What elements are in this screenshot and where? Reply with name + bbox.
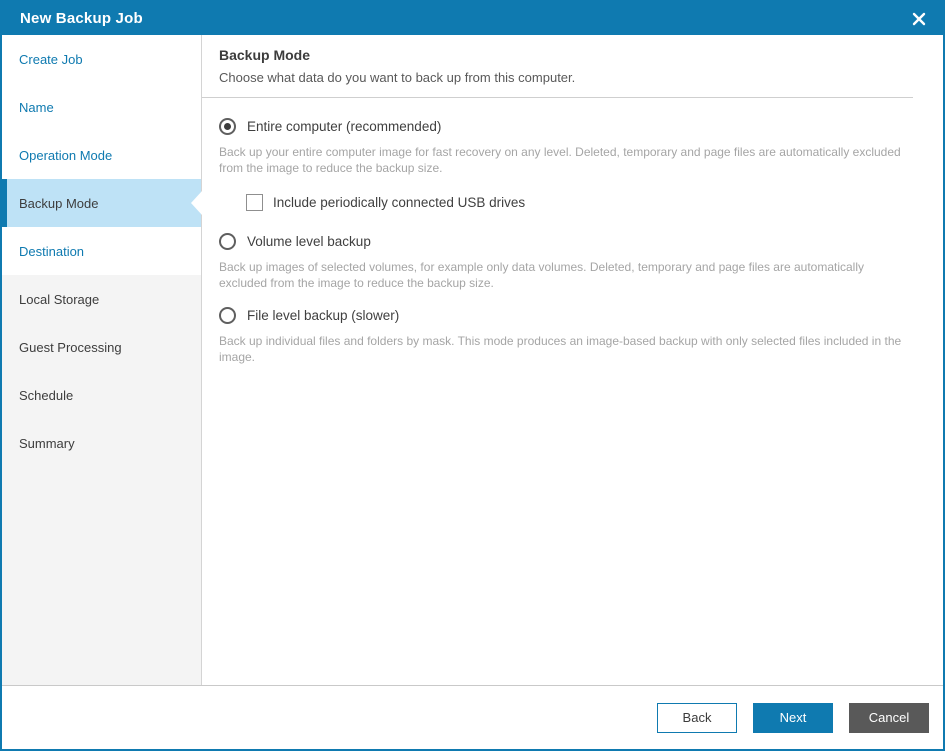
radio-entire-computer-label[interactable]: Entire computer (recommended) <box>247 119 441 134</box>
sidebar-item-name[interactable]: Name <box>2 83 201 131</box>
sidebar-item-guest-processing[interactable]: Guest Processing <box>2 323 201 371</box>
sidebar-filler <box>2 467 201 685</box>
next-button[interactable]: Next <box>753 702 833 733</box>
sidebar-item-local-storage[interactable]: Local Storage <box>2 275 201 323</box>
footer-button-bar: Back Next Cancel <box>2 685 943 749</box>
entire-computer-description: Back up your entire computer image for f… <box>219 145 901 175</box>
usb-drives-checkbox-row[interactable]: ✓ Include periodically connected USB dri… <box>246 194 903 211</box>
checkbox-usb-drives-label[interactable]: Include periodically connected USB drive… <box>273 195 525 210</box>
close-button[interactable] <box>905 6 933 32</box>
close-icon <box>912 12 926 26</box>
radio-file-level-label[interactable]: File level backup (slower) <box>247 308 399 323</box>
titlebar: New Backup Job <box>2 2 943 35</box>
dialog-body: Create Job Name Operation Mode Backup Mo… <box>2 35 943 685</box>
page-subtitle: Choose what data do you want to back up … <box>219 70 576 85</box>
sidebar-item-schedule[interactable]: Schedule <box>2 371 201 419</box>
wizard-steps-sidebar: Create Job Name Operation Mode Backup Mo… <box>2 35 202 685</box>
option-entire-computer-group: Entire computer (recommended) Back up yo… <box>219 118 903 211</box>
option-volume-level-group: Volume level backup Back up images of se… <box>219 233 903 291</box>
back-button[interactable]: Back <box>657 702 737 733</box>
radio-volume-level[interactable]: Volume level backup <box>219 233 903 250</box>
sidebar-item-backup-mode[interactable]: Backup Mode <box>2 179 201 227</box>
radio-file-level[interactable]: File level backup (slower) <box>219 307 903 324</box>
backup-mode-options: Entire computer (recommended) Back up yo… <box>202 98 943 379</box>
radio-volume-level-label[interactable]: Volume level backup <box>247 234 371 249</box>
content-header: Backup Mode Choose what data do you want… <box>202 35 913 98</box>
file-level-description: Back up individual files and folders by … <box>219 334 902 364</box>
option-file-level-group: File level backup (slower) Back up indiv… <box>219 307 903 365</box>
sidebar-item-create-job[interactable]: Create Job <box>2 35 201 83</box>
sidebar-item-summary[interactable]: Summary <box>2 419 201 467</box>
volume-level-description: Back up images of selected volumes, for … <box>219 260 864 290</box>
radio-entire-computer-icon[interactable] <box>219 118 236 135</box>
new-backup-job-dialog: New Backup Job Create Job Name Operation… <box>0 0 945 751</box>
page-title: Backup Mode <box>219 47 311 63</box>
window-title: New Backup Job <box>20 10 143 27</box>
radio-file-level-icon[interactable] <box>219 307 236 324</box>
radio-entire-computer[interactable]: Entire computer (recommended) <box>219 118 903 135</box>
sidebar-item-destination[interactable]: Destination <box>2 227 201 275</box>
content-panel: Backup Mode Choose what data do you want… <box>202 35 943 685</box>
radio-volume-level-icon[interactable] <box>219 233 236 250</box>
cancel-button[interactable]: Cancel <box>849 702 929 733</box>
sidebar-item-operation-mode[interactable]: Operation Mode <box>2 131 201 179</box>
checkbox-usb-drives-icon[interactable]: ✓ <box>246 194 263 211</box>
